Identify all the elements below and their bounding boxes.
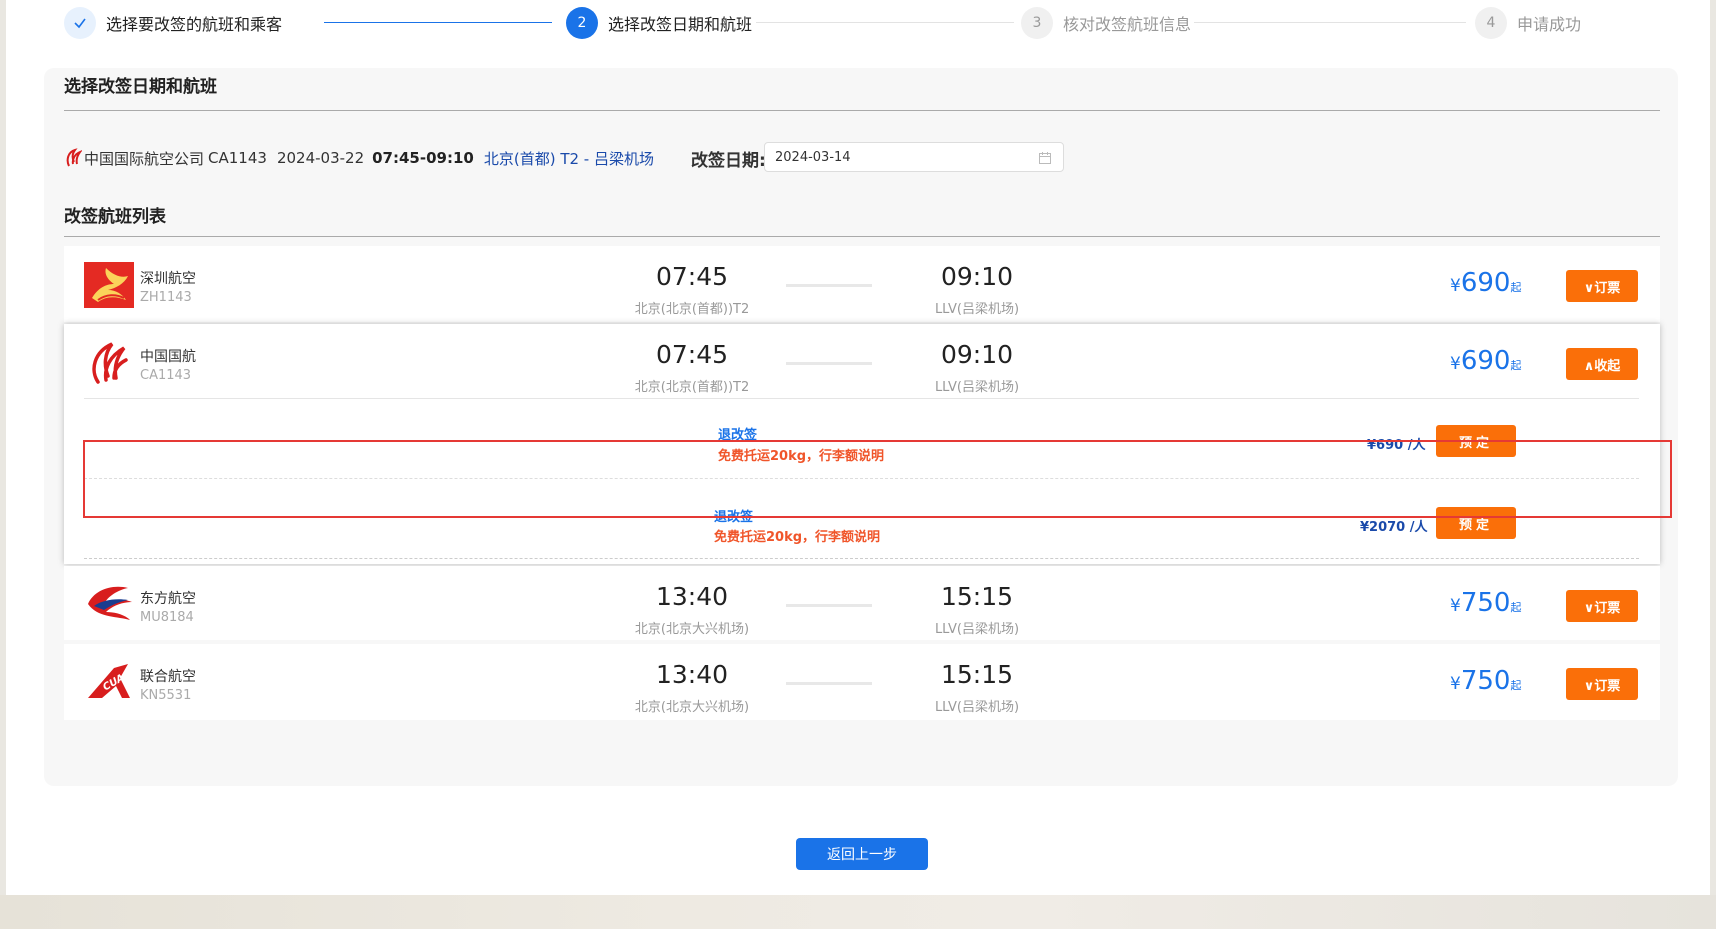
price-suffix: 起 (1510, 281, 1522, 294)
airline-name: 中国国航 (140, 349, 196, 365)
price-currency: ¥ (1450, 674, 1461, 694)
air-china-logo (84, 340, 132, 386)
step-2: 2 选择改签日期和航班 (566, 6, 752, 40)
price-currency: ¥ (1450, 596, 1461, 616)
divider (64, 110, 1660, 111)
book-button[interactable]: ∨订票 (1566, 668, 1638, 700)
step-4-number: 4 (1475, 7, 1507, 39)
arrival-airport: LLV(吕梁机场) (934, 622, 1020, 637)
arrival-time: 15:15 (940, 582, 1014, 611)
step-1: 选择要改签的航班和乘客 (64, 6, 282, 40)
departure-time: 07:45 (655, 340, 729, 369)
back-button[interactable]: 返回上一步 (796, 838, 928, 870)
price-value: 750 (1460, 666, 1511, 696)
change-date-label: 改签日期: (691, 151, 766, 171)
check-icon (64, 7, 96, 39)
page: 选择要改签的航班和乘客 2 选择改签日期和航班 3 核对改签航班信息 4 申请成… (6, 0, 1710, 895)
section-title-date: 选择改签日期和航班 (64, 77, 217, 97)
step-connector-1 (324, 22, 552, 23)
price-suffix: 起 (1510, 359, 1522, 372)
step-2-number: 2 (566, 7, 598, 39)
china-united-logo: CUA (84, 660, 132, 706)
departure-airport: 北京(北京(首都))T2 (634, 380, 750, 395)
price-value: 750 (1460, 588, 1511, 618)
section-title-list: 改签航班列表 (64, 207, 166, 227)
step-4: 4 申请成功 (1475, 6, 1581, 40)
arrival-time: 09:10 (940, 262, 1014, 291)
price: ¥690起 (1450, 346, 1521, 376)
price: ¥750起 (1450, 588, 1521, 618)
original-flight-info: 中国国际航空公司 CA1143 2024-03-22 07:45 - 09:10… (64, 146, 654, 170)
original-arr-time: 09:10 (426, 149, 474, 167)
step-connector-3 (1194, 22, 1466, 23)
book-button[interactable]: ∨订票 (1566, 590, 1638, 622)
change-card: 选择改签日期和航班 中国国际航空公司 CA1143 2024-03-22 07:… (44, 68, 1678, 786)
divider (84, 558, 1639, 560)
price-value: 690 (1460, 268, 1511, 298)
collapse-button[interactable]: ∧收起 (1566, 348, 1638, 380)
price-suffix: 起 (1510, 679, 1522, 692)
price: ¥750起 (1450, 666, 1521, 696)
airline-name: 深圳航空 (140, 271, 196, 287)
flight-row: 深圳航空 ZH1143 07:45 北京(北京(首都))T2 09:10 LLV… (64, 246, 1660, 322)
price-currency: ¥ (1450, 354, 1461, 374)
original-airline: 中国国际航空公司 (84, 149, 205, 168)
step-connector-2 (756, 22, 1014, 23)
air-china-icon (64, 148, 83, 168)
background-strip (0, 895, 1716, 929)
original-dep-time: 07:45 (372, 149, 420, 167)
flight-code: CA1143 (140, 368, 192, 383)
shenzhen-airlines-logo (84, 262, 134, 308)
step-1-label: 选择要改签的航班和乘客 (106, 15, 283, 34)
calendar-icon[interactable] (1038, 150, 1052, 164)
airline-name: 东方航空 (140, 591, 196, 607)
progress-steps: 选择要改签的航班和乘客 2 选择改签日期和航班 3 核对改签航班信息 4 申请成… (64, 6, 1664, 40)
step-3-number: 3 (1021, 7, 1053, 39)
departure-time: 07:45 (655, 262, 729, 291)
price-currency: ¥ (1450, 276, 1461, 296)
arrival-airport: LLV(吕梁机场) (934, 302, 1020, 317)
price-value: 690 (1460, 346, 1511, 376)
route-line (786, 362, 872, 365)
china-eastern-logo (84, 580, 132, 626)
original-date: 2024-03-22 (276, 149, 365, 167)
flight-row: CUA 联合航空 KN5531 13:40 北京(北京大兴机场) 15:15 L… (64, 644, 1660, 720)
departure-time: 13:40 (655, 582, 729, 611)
flight-code: ZH1143 (140, 290, 192, 305)
departure-airport: 北京(北京(首都))T2 (634, 302, 750, 317)
departure-airport: 北京(北京大兴机场) (634, 700, 750, 715)
change-date-input[interactable] (764, 142, 1064, 172)
route-line (786, 284, 872, 287)
step-2-label: 选择改签日期和航班 (608, 15, 753, 34)
airline-name: 联合航空 (140, 669, 196, 685)
price-suffix: 起 (1510, 601, 1522, 614)
flight-code: MU8184 (140, 610, 194, 625)
step-3: 3 核对改签航班信息 (1021, 6, 1191, 40)
departure-airport: 北京(北京大兴机场) (634, 622, 750, 637)
arrival-airport: LLV(吕梁机场) (934, 380, 1020, 395)
divider (64, 236, 1660, 237)
divider (84, 398, 1639, 399)
book-button[interactable]: ∨订票 (1566, 270, 1638, 302)
step-4-label: 申请成功 (1517, 15, 1582, 34)
departure-time: 13:40 (655, 660, 729, 689)
original-flight-code: CA1143 (208, 149, 267, 167)
arrival-time: 15:15 (940, 660, 1014, 689)
flight-code: KN5531 (140, 688, 192, 703)
cabin-price: ¥2070 /人 (1360, 520, 1428, 535)
route-line (786, 604, 872, 607)
highlight-box (83, 440, 1672, 518)
baggage-info[interactable]: 免费托运20kg，行李额说明 (714, 526, 880, 545)
arrival-airport: LLV(吕梁机场) (934, 700, 1020, 715)
original-route: 北京(首都) T2 - 吕梁机场 (483, 149, 654, 168)
price: ¥690起 (1450, 268, 1521, 298)
route-line (786, 682, 872, 685)
flight-row: 东方航空 MU8184 13:40 北京(北京大兴机场) 15:15 LLV(吕… (64, 566, 1660, 640)
arrival-time: 09:10 (940, 340, 1014, 369)
step-3-label: 核对改签航班信息 (1063, 15, 1192, 34)
